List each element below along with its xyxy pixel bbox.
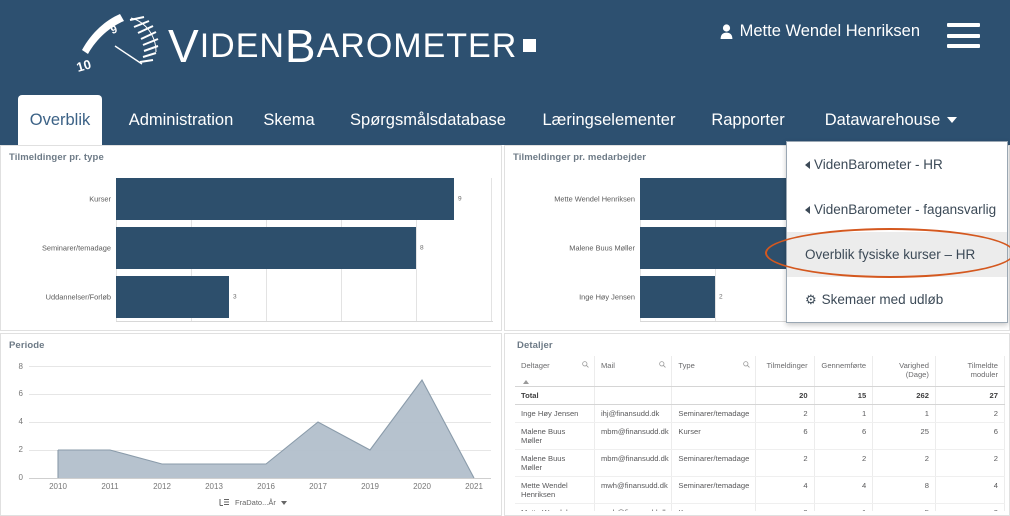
table-row[interactable]: Inge Høy Jensen ihj@finansudd.dk Seminar… (515, 404, 1005, 423)
panel-title-type: Tilmeldinger pr. type (9, 152, 104, 163)
panel-periode: Periode 8 6 4 2 0 2010 2011 2012 2013 20… (0, 333, 502, 516)
tab-administration[interactable]: Administration (116, 95, 246, 145)
user-icon (720, 24, 733, 39)
col-deltager[interactable]: Deltager (515, 356, 595, 387)
col-mail[interactable]: Mail (594, 356, 673, 387)
table-row[interactable]: Mette Wendel Henriksen mwh@finansudd.dk … (515, 503, 1005, 511)
col-tilmeldinger[interactable]: Tilmeldinger (755, 356, 815, 387)
tab-overblik[interactable]: Overblik (18, 95, 102, 145)
svg-text:9: 9 (110, 24, 119, 37)
bar-kurser (116, 178, 454, 220)
search-icon[interactable] (743, 361, 750, 370)
user-name-label: Mette Wendel Henriksen (739, 22, 920, 40)
user-account[interactable]: Mette Wendel Henriksen (720, 22, 920, 41)
axis-field-label: FraDato...År (235, 498, 276, 507)
datawarehouse-dropdown-menu: VidenBarometer - HR VidenBarometer - fag… (786, 141, 1008, 323)
brand-dot (523, 38, 537, 52)
panel-tilmeldinger-pr-type: Tilmeldinger pr. type Kurser 9 Seminarer… (0, 145, 502, 331)
axis-field-fradato[interactable]: FraDato...År (219, 498, 287, 507)
barometer-gauge-icon: 10 9 (68, 8, 178, 80)
dropdown-item-skemaer-med-udlob[interactable]: ⚙ Skemaer med udløb (787, 277, 1007, 322)
tab-datawarehouse[interactable]: Datawarehouse (818, 95, 964, 145)
tab-skema[interactable]: Skema (258, 95, 320, 145)
col-type[interactable]: Type (671, 356, 757, 387)
chevron-down-icon (280, 500, 287, 505)
area-series (57, 378, 475, 479)
sort-ascending-icon (523, 380, 529, 384)
table-row-total: Total 20 15 262 27 (515, 386, 1005, 405)
area-chart-periode: 8 6 4 2 0 2010 2011 2012 2013 2016 2017 (1, 356, 501, 516)
hierarchy-icon (219, 499, 229, 506)
arrow-left-icon (805, 160, 810, 169)
bar-chart-type: Kurser 9 Seminarer/temadage 8 Uddannelse… (1, 174, 501, 324)
dropdown-item-vidensbarometer-hr[interactable]: VidenBarometer - HR (787, 142, 1007, 187)
search-icon[interactable] (659, 361, 667, 370)
table-row[interactable]: Malene Buus Møller mbm@finansudd.dk Semi… (515, 449, 1005, 477)
tab-rapporter[interactable]: Rapporter (700, 95, 796, 145)
tab-sporgsmalsdatabase[interactable]: Spørgsmålsdatabase (340, 95, 516, 145)
dropdown-item-vidensbarometer-fagansvarlig[interactable]: VidenBarometer - fagansvarlig (787, 187, 1007, 232)
bar-seminarer (116, 227, 416, 269)
panel-title-periode: Periode (9, 340, 45, 351)
bar-uddannelser (116, 276, 229, 318)
col-varighed[interactable]: Varighed (Dage) (872, 356, 936, 387)
panel-title-detaljer: Detaljer (517, 340, 553, 351)
main-tabbar: Overblik Administration Skema Spørgsmåls… (0, 95, 1010, 145)
bar-row-seminarer[interactable]: Seminarer/temadage 8 (1, 227, 501, 269)
panel-detaljer: Detaljer Deltager Mail Type Tilmeldinger… (504, 333, 1010, 516)
search-icon[interactable] (582, 361, 589, 370)
dropdown-item-overblik-fysiske-kurser-hr[interactable]: Overblik fysiske kurser – HR (787, 232, 1007, 277)
col-gennemforte[interactable]: Gennemførte (814, 356, 874, 387)
tab-laeringselementer[interactable]: Læringselementer (534, 95, 684, 145)
table-header-row: Deltager Mail Type Tilmeldinger Gennemfø… (515, 356, 1005, 387)
table-row[interactable]: Malene Buus Møller mbm@finansudd.dk Kurs… (515, 422, 1005, 450)
app-root: 10 9 V IDEN B AROMETER Mette Wendel Henr… (0, 0, 1010, 516)
app-header: 10 9 V IDEN B AROMETER Mette Wendel Henr… (0, 0, 1010, 95)
details-table: Deltager Mail Type Tilmeldinger Gennemfø… (515, 356, 1005, 511)
bar-inge (640, 276, 715, 318)
table-row[interactable]: Mette Wendel Henriksen mwh@finansudd.dk … (515, 476, 1005, 504)
chevron-down-icon (947, 117, 958, 123)
arrow-left-icon (805, 205, 810, 214)
bar-row-uddannelser[interactable]: Uddannelser/Forløb 3 (1, 276, 501, 318)
gear-icon: ⚙ (805, 291, 817, 307)
col-tilmeldte-moduler[interactable]: Tilmeldte moduler (935, 356, 1005, 387)
bar-row-kurser[interactable]: Kurser 9 (1, 178, 501, 220)
brand-logotype: V IDEN B AROMETER (168, 12, 537, 80)
svg-text:10: 10 (75, 56, 93, 74)
details-table-scroll[interactable]: Deltager Mail Type Tilmeldinger Gennemfø… (515, 356, 1005, 511)
hamburger-icon[interactable] (947, 23, 980, 48)
